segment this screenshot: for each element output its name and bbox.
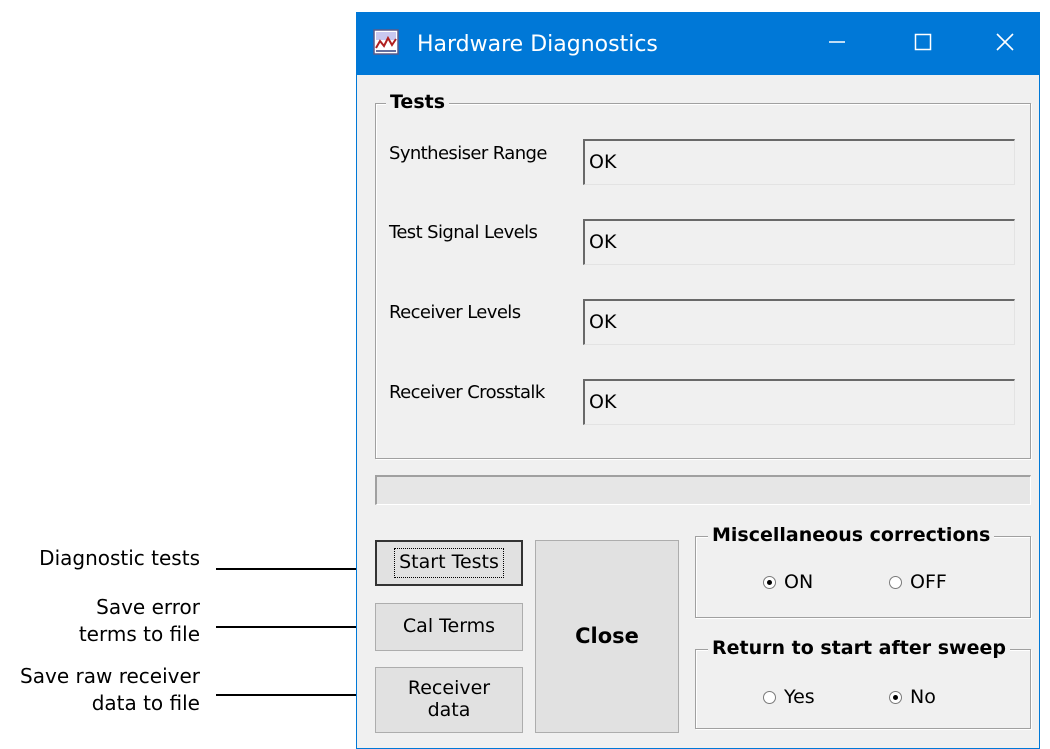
receiver-crosstalk-label: Receiver Crosstalk [389,382,545,403]
hardware-diagnostics-window: Hardware Diagnostics Tests Synthesiser R… [356,12,1040,749]
return-to-start-legend: Return to start after sweep [708,637,1010,659]
misc-corrections-group: Miscellaneous corrections [695,524,1031,618]
annotation-save-error-terms: Save error terms to file [79,594,200,648]
annotation-save-raw-line2: data to file [91,691,200,715]
annotation-save-error-line2: terms to file [78,622,200,646]
minimize-button[interactable] [805,13,869,75]
cal-terms-button[interactable]: Cal Terms [375,603,523,651]
annotation-save-raw-receiver: Save raw receiver data to file [20,663,200,717]
return-to-start-group: Return to start after sweep [695,637,1031,729]
receiver-data-button[interactable]: Receiver data [375,667,523,733]
close-window-button[interactable] [973,13,1037,75]
window-title: Hardware Diagnostics [417,32,658,57]
test-signal-levels-field[interactable]: OK [583,219,1015,265]
maximize-icon [914,33,932,56]
close-icon [995,32,1015,57]
annotation-save-raw-line1: Save raw receiver [20,664,200,688]
return-no-radio[interactable]: No [889,686,936,708]
annotation-save-error-line1: Save error [96,595,200,619]
annotation-line [216,626,378,628]
radio-unchecked-icon [889,575,902,589]
start-tests-label: Start Tests [394,548,504,578]
misc-on-radio[interactable]: ON [763,571,813,593]
progress-bar [375,475,1031,505]
chart-icon [373,29,399,55]
misc-off-radio[interactable]: OFF [889,571,947,593]
synthesiser-range-field[interactable]: OK [583,139,1015,185]
synthesiser-range-label: Synthesiser Range [389,143,547,164]
annotation-diagnostic-tests-text: Diagnostic tests [39,546,200,570]
close-button[interactable]: Close [535,540,679,733]
title-bar[interactable]: Hardware Diagnostics [357,13,1039,75]
return-no-label: No [910,686,936,708]
tests-group-legend: Tests [386,91,450,113]
start-tests-button[interactable]: Start Tests [375,540,523,586]
annotation-line [216,568,378,570]
radio-checked-icon [763,575,776,589]
receiver-levels-field[interactable]: OK [583,299,1015,345]
radio-unchecked-icon [763,690,776,704]
close-button-label: Close [575,624,639,649]
receiver-data-label-line2: data [427,699,471,721]
receiver-data-label-line1: Receiver [407,677,491,700]
minimize-icon [828,33,846,56]
annotation-line [216,694,378,696]
receiver-levels-label: Receiver Levels [389,302,521,323]
misc-on-label: ON [784,571,814,593]
maximize-button[interactable] [891,13,955,75]
misc-corrections-legend: Miscellaneous corrections [708,524,995,546]
receiver-crosstalk-field[interactable]: OK [583,379,1015,425]
misc-off-label: OFF [910,571,947,593]
return-yes-radio[interactable]: Yes [763,686,815,708]
annotation-diagnostic-tests: Diagnostic tests [39,545,200,572]
cal-terms-label: Cal Terms [402,615,496,638]
return-yes-label: Yes [784,686,815,708]
test-signal-levels-label: Test Signal Levels [389,222,538,243]
radio-checked-icon [889,690,902,704]
